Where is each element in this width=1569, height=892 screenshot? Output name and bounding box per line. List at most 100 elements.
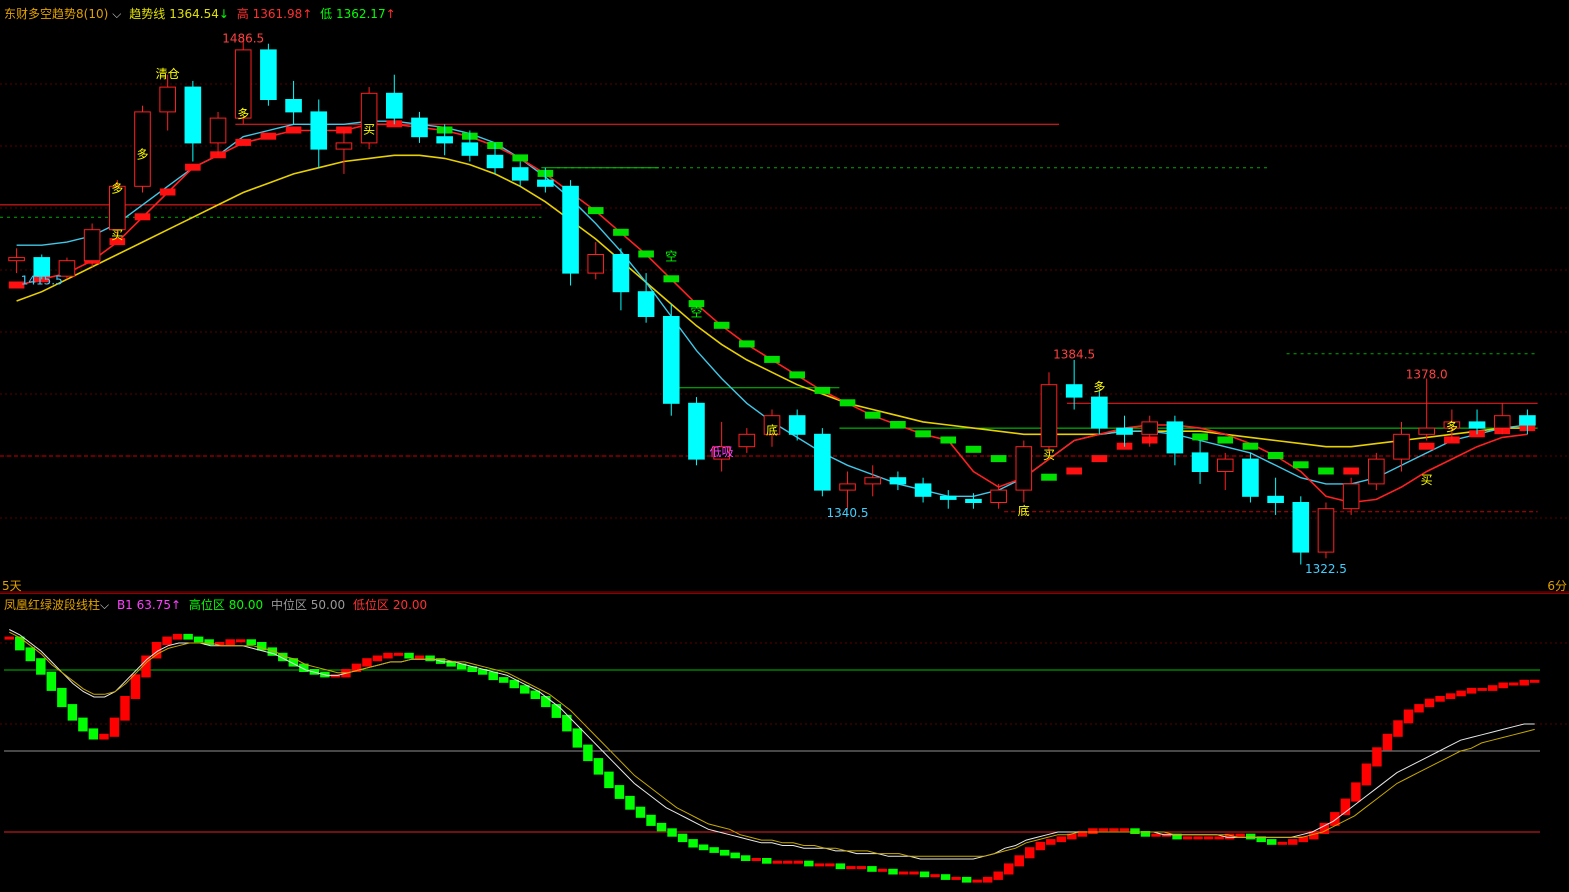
signal-label: 空	[690, 306, 702, 320]
oscillator-block	[1393, 720, 1403, 737]
signal-label: 低吸	[710, 445, 734, 459]
oscillator-block	[1445, 693, 1456, 699]
high-zone-label: 高位区	[188, 598, 225, 612]
trend-block	[663, 275, 680, 283]
b1-label: B1	[116, 598, 133, 612]
candle-body	[688, 402, 705, 460]
signal-label: 底	[766, 422, 778, 437]
oscillator-block	[909, 871, 919, 875]
oscillator-block	[614, 785, 625, 799]
oscillator-block	[898, 871, 909, 875]
oscillator-block	[393, 652, 404, 656]
candle-body	[864, 477, 882, 485]
oscillator-chart[interactable]	[0, 594, 1569, 891]
oscillator-block	[951, 876, 961, 880]
trend-arrow: ↓	[218, 7, 229, 21]
candle-body	[1493, 415, 1511, 429]
sub-indicator-panel[interactable]: 凤凰红绿波段线柱⌵ B1 63.75↑ 高位区 80.00 中位区 50.00 …	[0, 593, 1569, 892]
candle-body	[511, 167, 529, 181]
high-value: 1361.98	[252, 7, 303, 21]
oscillator-block	[99, 733, 109, 740]
main-indicator-header: 东财多空趋势8(10) ⌵ 趋势线 1364.54↓ 高 1361.98↑ 低 13…	[4, 5, 400, 22]
price-label: 1378.0	[1406, 368, 1448, 382]
low-zone-value: 20.00	[392, 598, 428, 612]
signal-label: 多	[237, 107, 249, 121]
oscillator-block	[1119, 828, 1130, 832]
oscillator-block	[825, 863, 835, 867]
oscillator-block	[1277, 841, 1287, 845]
oscillator-block	[362, 658, 372, 667]
candle-body	[461, 142, 479, 156]
candle-body	[562, 185, 579, 274]
oscillator-block	[372, 655, 383, 662]
main-price-panel[interactable]: 1486.5 1415.5 1384.5 1340.5 1378.0 1322.5 清仓多多…	[0, 0, 1569, 593]
price-label: 1486.5	[222, 31, 264, 45]
trend-block	[1292, 461, 1309, 469]
sub-dropdown-chevron-icon[interactable]: ⌵	[100, 598, 109, 612]
candle-body	[1418, 427, 1435, 435]
oscillator-block	[1088, 828, 1098, 834]
candle-body	[1242, 458, 1259, 497]
signal-label: 买	[1421, 473, 1433, 487]
oscillator-block	[772, 860, 782, 864]
candle-body	[411, 117, 428, 138]
oscillator-block	[688, 839, 698, 848]
indicator-name[interactable]: 东财多空趋势8(10)	[4, 7, 108, 21]
signal-label: 多	[111, 182, 123, 196]
candle-body	[1468, 421, 1486, 429]
candle-body	[914, 483, 932, 497]
candle-body	[1216, 458, 1234, 473]
candle-body	[486, 154, 504, 169]
oscillator-block	[656, 822, 667, 832]
oscillator-block	[57, 687, 67, 708]
oscillator-block	[625, 795, 635, 810]
candlestick-chart[interactable]: 1486.51415.51384.51340.51378.01322.5清仓多多…	[0, 0, 1569, 593]
candle-body	[1091, 396, 1108, 429]
oscillator-block	[78, 717, 88, 732]
sub-indicator-header: 凤凰红绿波段线柱⌵ B1 63.75↑ 高位区 80.00 中位区 50.00 …	[4, 596, 431, 613]
signal-line-white	[9, 629, 1535, 860]
candle-body	[1015, 446, 1033, 491]
candle-body	[1368, 458, 1385, 485]
sub-indicator-name[interactable]: 凤凰红绿波段线柱	[4, 598, 100, 612]
oscillator-block	[751, 858, 761, 861]
oscillator-block	[867, 866, 877, 872]
oscillator-block	[1403, 709, 1414, 724]
dropdown-chevron-icon[interactable]: ⌵	[112, 7, 121, 21]
oscillator-block	[1372, 747, 1382, 767]
oscillator-block	[804, 860, 814, 867]
trend-block	[789, 371, 805, 379]
signal-label: 清仓	[156, 67, 180, 81]
oscillator-block	[1519, 679, 1529, 686]
candle-body	[159, 86, 176, 113]
oscillator-block	[4, 636, 14, 640]
candle-body	[537, 179, 554, 187]
candle-body	[662, 316, 680, 404]
oscillator-block	[993, 871, 1003, 880]
oscillator-block	[919, 871, 930, 878]
candle-body	[1292, 502, 1310, 553]
candle-body	[1317, 508, 1335, 553]
oscillator-block	[1456, 690, 1466, 697]
oscillator-block	[414, 655, 425, 659]
signal-label: 底	[1018, 503, 1030, 518]
oscillator-block	[646, 814, 656, 826]
oscillator-block	[246, 639, 256, 645]
oscillator-block	[961, 876, 972, 883]
oscillator-block	[1245, 833, 1256, 840]
candle-body	[587, 254, 605, 274]
candle-body	[1191, 452, 1209, 472]
candle-body	[939, 495, 957, 500]
oscillator-block	[225, 639, 235, 645]
trend-block	[1091, 455, 1108, 463]
oscillator-block	[383, 652, 393, 659]
candle-body	[1166, 421, 1184, 454]
oscillator-block	[1003, 863, 1014, 875]
oscillator-block	[1056, 836, 1067, 843]
candle-body	[889, 477, 907, 485]
trend-block	[890, 421, 906, 428]
trend-block	[134, 213, 151, 221]
oscillator-block	[1487, 685, 1498, 691]
oscillator-block	[404, 652, 414, 659]
trend-block	[1267, 452, 1284, 459]
